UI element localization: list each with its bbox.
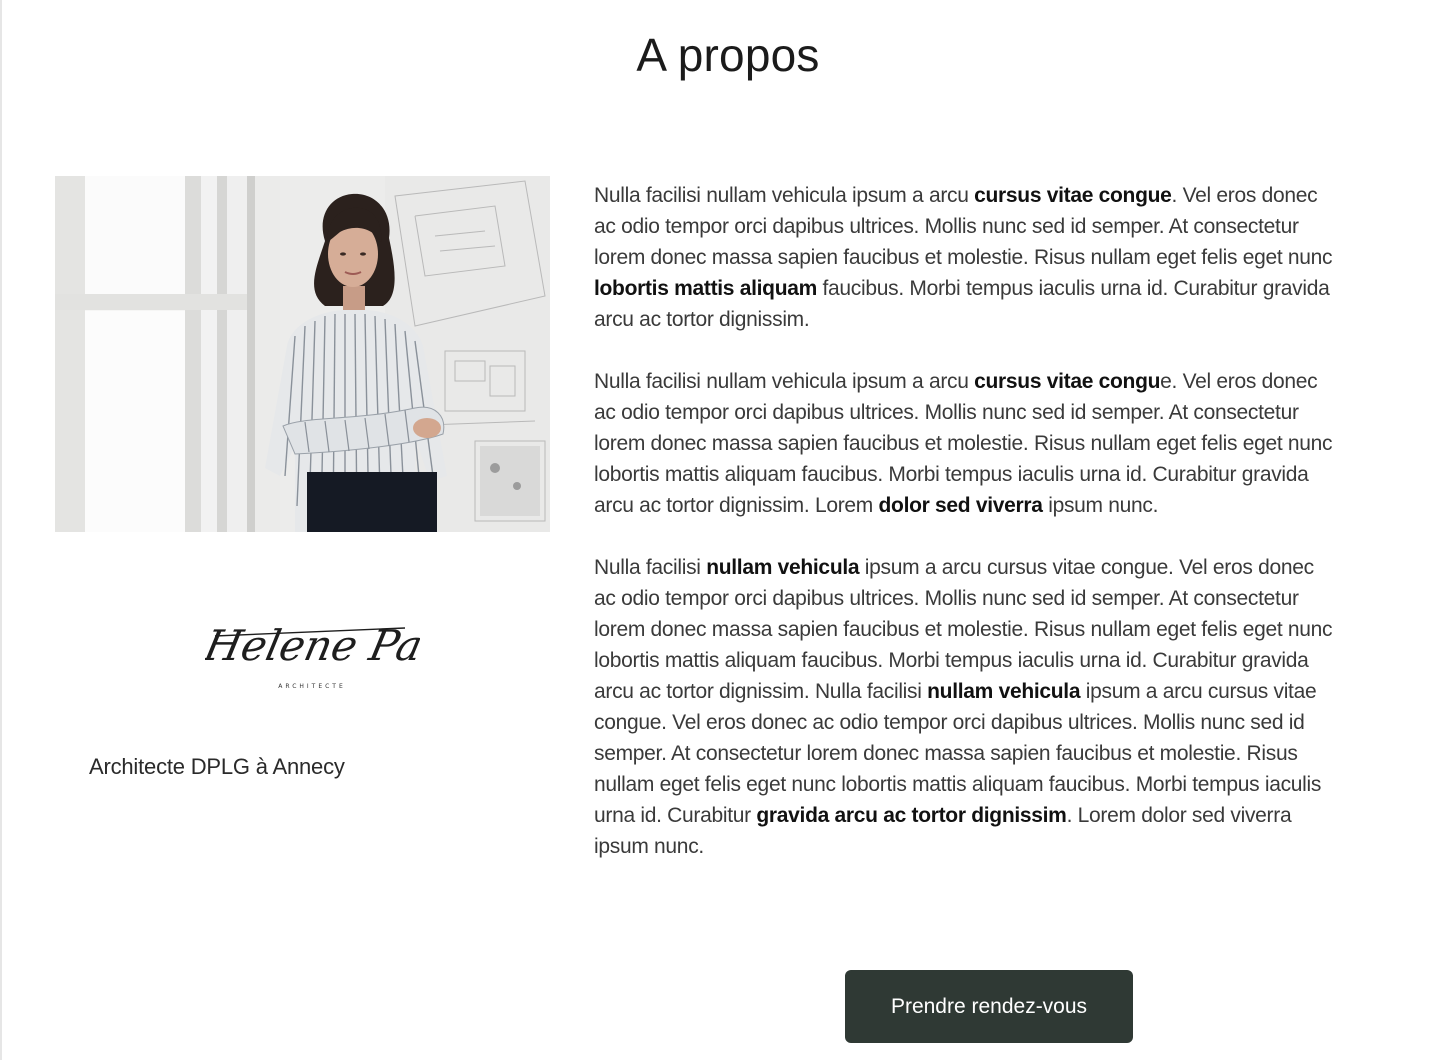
signature-name-text: Helene Paquet (205, 622, 420, 670)
bold-text-run: nullam vehicula (927, 680, 1081, 703)
page-left-border (0, 0, 2, 1060)
text-run: Nulla facilisi nullam vehicula ipsum a a… (594, 370, 975, 393)
bold-text-run: nullam vehicula (706, 556, 860, 579)
text-run: ipsum nunc. (1042, 494, 1159, 517)
about-paragraph: Nulla facilisi nullam vehicula ipsum a a… (594, 366, 1334, 521)
bold-text-run: gravida arcu ac tortor dignissim (756, 804, 1067, 827)
bold-text-run: cursus vitae congu (974, 370, 1161, 393)
text-run: Nulla facilisi (594, 556, 707, 579)
about-text: Nulla facilisi nullam vehicula ipsum a a… (594, 180, 1334, 893)
about-paragraph: Nulla facilisi nullam vehicula ipsum a a… (594, 180, 1334, 335)
signature-tagline: ARCHITECTE (278, 683, 346, 690)
about-paragraph: Nulla facilisi nullam vehicula ipsum a a… (594, 552, 1334, 862)
text-run: Nulla facilisi nullam vehicula ipsum a a… (594, 184, 975, 207)
book-appointment-button[interactable]: Prendre rendez-vous (845, 970, 1133, 1043)
page-title: A propos (636, 29, 820, 81)
bold-text-run: lobortis mattis aliquam (594, 277, 817, 300)
architect-title: Architecte DPLG à Annecy (89, 754, 345, 779)
architect-portrait-photo (55, 176, 550, 532)
signature-logo: Helene Paquet ARCHITECTE (199, 600, 523, 700)
bold-text-run: cursus vitae congue (974, 184, 1172, 207)
bold-text-run: dolor sed viverra (878, 494, 1043, 517)
